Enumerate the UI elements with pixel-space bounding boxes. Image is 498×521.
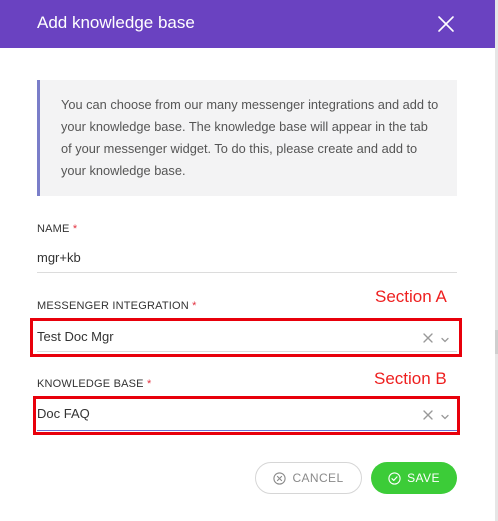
name-required-mark: *: [72, 223, 78, 235]
messenger-integration-label: MESSENGER INTEGRATION *: [37, 300, 197, 312]
section-a-highlight-box: [30, 318, 462, 357]
close-icon[interactable]: [435, 13, 457, 35]
info-text: You can choose from our many messenger i…: [61, 97, 439, 178]
name-label-text: NAME: [37, 223, 70, 235]
knowledge-base-label-text: KNOWLEDGE BASE: [37, 378, 144, 390]
name-label: NAME *: [37, 223, 77, 235]
name-input[interactable]: mgr+kb: [37, 250, 81, 265]
knowledge-base-label: KNOWLEDGE BASE *: [37, 378, 151, 390]
section-b-highlight-box: [33, 396, 460, 435]
check-circle-icon: [388, 471, 401, 485]
add-knowledge-base-modal: Add knowledge base You can choose from o…: [0, 0, 498, 521]
cancel-circle-icon: [273, 471, 287, 485]
cancel-button[interactable]: CANCEL: [255, 462, 362, 494]
modal-title: Add knowledge base: [37, 13, 195, 32]
cancel-button-label: CANCEL: [292, 471, 344, 485]
save-button[interactable]: SAVE: [371, 462, 457, 494]
knowledge-base-required-mark: *: [146, 378, 152, 390]
modal-header: Add knowledge base: [0, 0, 498, 48]
messenger-integration-required-mark: *: [192, 300, 197, 312]
name-input-underline: [37, 272, 457, 273]
section-b-annotation: Section B: [374, 369, 447, 388]
messenger-integration-label-text: MESSENGER INTEGRATION: [37, 300, 189, 312]
info-callout: You can choose from our many messenger i…: [37, 80, 457, 196]
save-button-label: SAVE: [407, 471, 440, 485]
section-a-annotation: Section A: [375, 287, 447, 306]
